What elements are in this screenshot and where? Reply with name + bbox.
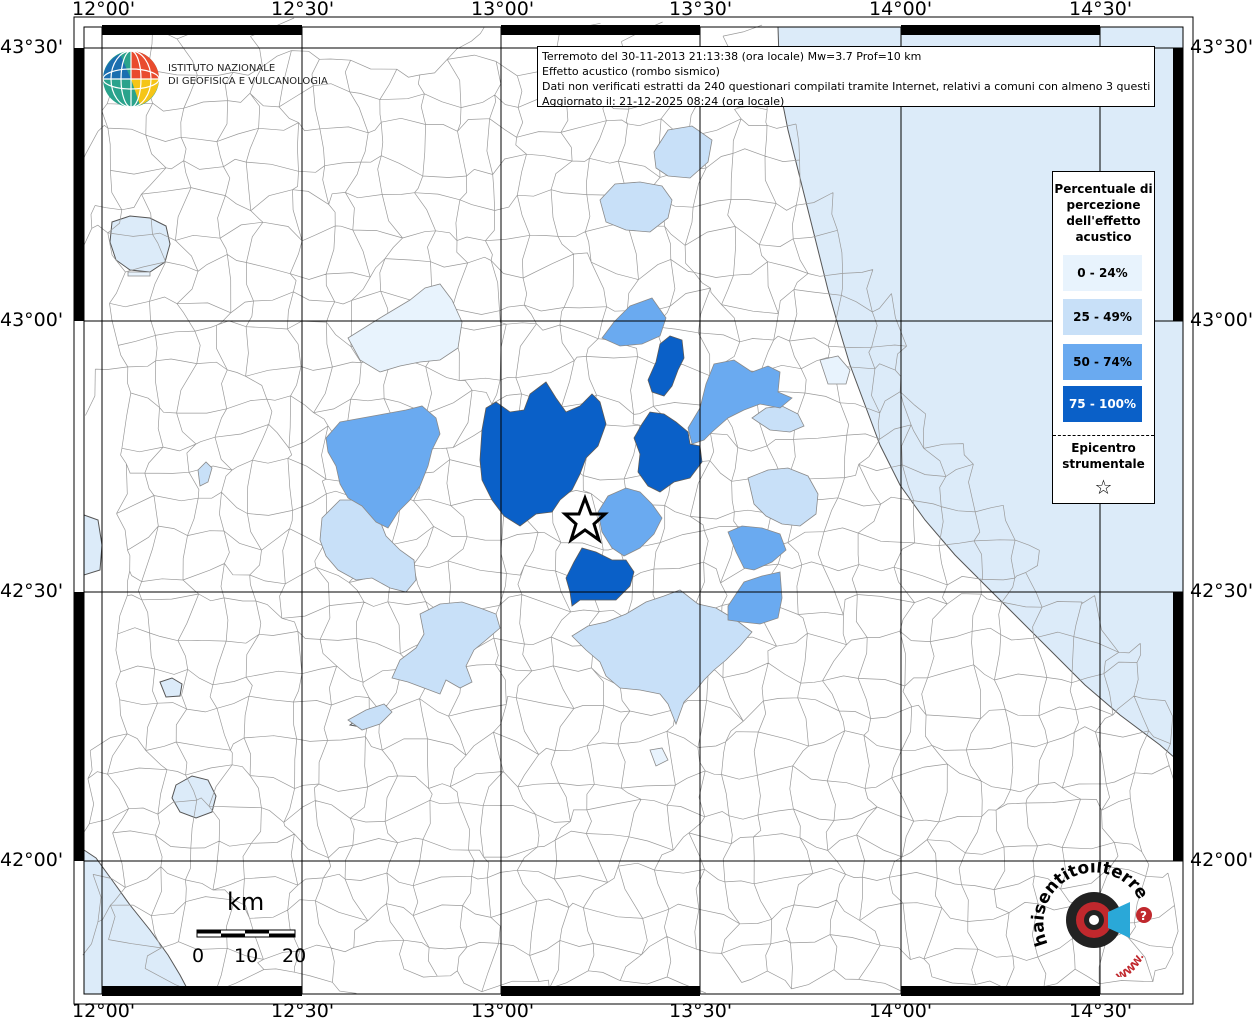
- effect-line: Effetto acustico (rombo sismico): [542, 65, 720, 78]
- legend-class-50-74: 50 - 74%: [1063, 344, 1142, 380]
- legend: Percentuale di percezione dell'effetto a…: [1052, 171, 1155, 504]
- scale-tick-20: 20: [282, 945, 307, 967]
- scale-tick-10: 10: [234, 945, 259, 967]
- svg-text:?: ?: [1140, 909, 1147, 923]
- lat-label-right: 42°00': [1190, 849, 1254, 871]
- lon-label-bottom: 14°30': [1069, 1000, 1133, 1022]
- legend-epicenter-label: Epicentro strumentale: [1062, 441, 1145, 471]
- svg-text:WWW.: WWW.: [1115, 952, 1147, 977]
- scale-unit: km: [227, 888, 265, 916]
- lon-label-bottom: 14°00': [869, 1000, 933, 1022]
- lon-label-bottom: 13°30': [669, 1000, 733, 1022]
- globe-icon: [102, 50, 160, 108]
- legend-class-0-24: 0 - 24%: [1063, 255, 1142, 291]
- lon-label-top: 13°30': [669, 0, 733, 20]
- data-note-line: Dati non verificati estratti da 240 ques…: [542, 80, 1150, 93]
- lon-label-top: 14°30': [1069, 0, 1133, 20]
- lon-label-bottom: 12°30': [271, 1000, 335, 1022]
- brand-url: WWW.: [1115, 952, 1147, 983]
- lon-label-top: 13°00': [471, 0, 535, 20]
- scale-bar: km 0 10 20: [190, 888, 310, 978]
- lat-label-left: 42°00': [0, 849, 64, 871]
- scale-tick-0: 0: [192, 945, 205, 967]
- logo-line1: ISTITUTO NAZIONALE: [168, 63, 276, 74]
- haisentito-logo: haisentitoilterremoto.it WWW. ?: [1021, 847, 1170, 983]
- event-line: Terremoto del 30-11-2013 21:13:38 (ora l…: [542, 50, 922, 63]
- lon-label-bottom: 12°00': [72, 1000, 136, 1022]
- event-info-box: Terremoto del 30-11-2013 21:13:38 (ora l…: [537, 46, 1155, 108]
- lat-label-left: 43°30': [0, 36, 64, 58]
- lat-label-left: 43°00': [0, 309, 64, 331]
- lat-label-right: 43°30': [1190, 36, 1254, 58]
- legend-title: Percentuale di percezione dell'effetto a…: [1054, 182, 1153, 244]
- lat-label-left: 42°30': [0, 580, 64, 602]
- lon-label-top: 14°00': [869, 0, 933, 20]
- legend-separator: [1053, 435, 1154, 436]
- lon-label-top: 12°00': [72, 0, 136, 20]
- lon-label-top: 12°30': [271, 0, 335, 20]
- scale-bar-graphic: [196, 929, 296, 938]
- updated-line: Aggiornato il: 21-12-2025 08:24 (ora loc…: [542, 95, 785, 108]
- logo-line2: DI GEOFISICA E VULCANOLOGIA: [168, 76, 328, 87]
- legend-class-75-100: 75 - 100%: [1063, 386, 1142, 422]
- ingv-logo: ISTITUTO NAZIONALE DI GEOFISICA E VULCAN…: [100, 48, 340, 110]
- legend-star-icon: ☆: [1094, 475, 1113, 499]
- lat-label-right: 42°30': [1190, 580, 1254, 602]
- legend-class-25-49: 25 - 49%: [1063, 299, 1142, 335]
- lon-label-bottom: 13°00': [471, 1000, 535, 1022]
- lat-label-right: 43°00': [1190, 309, 1254, 331]
